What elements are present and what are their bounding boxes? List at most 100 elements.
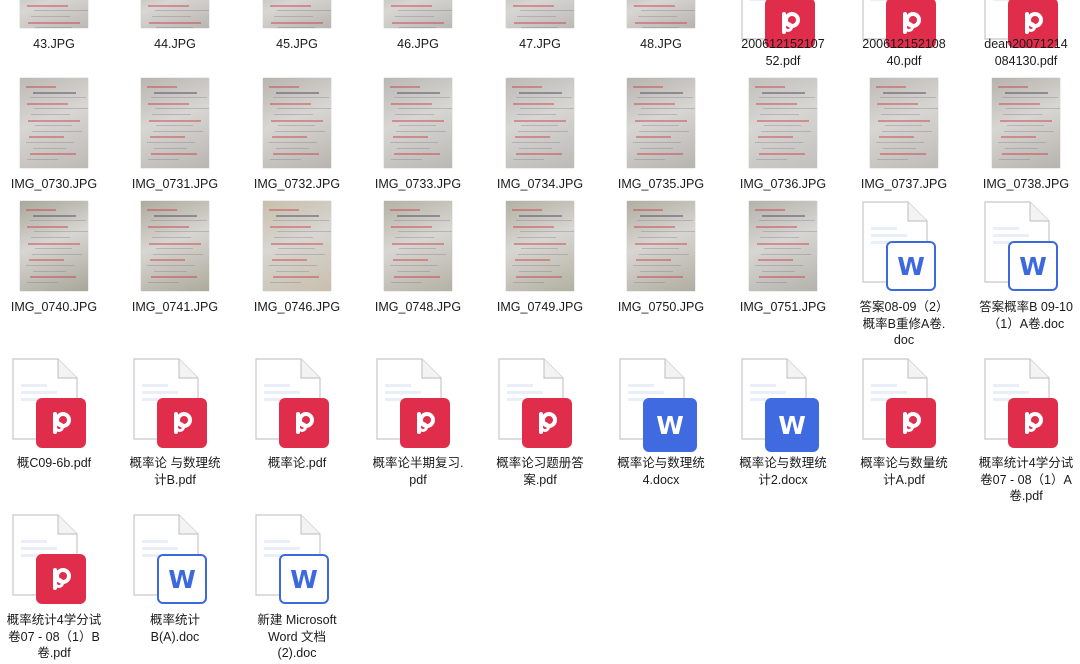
file-name-line: 概率统计4学分试 — [6, 613, 102, 627]
thumbnail-text-line — [270, 102, 311, 105]
thumbnail-text-line — [276, 147, 309, 149]
photo-thumbnail — [384, 0, 452, 28]
file-item[interactable]: IMG_0736.JPG — [723, 0, 843, 664]
file-item[interactable]: IMG_0735.JPG — [601, 0, 721, 664]
file-name-line: IMG_0749.JPG — [496, 300, 584, 314]
thumbnail-text-line — [276, 91, 319, 94]
thumbnail-text-line — [884, 108, 938, 110]
file-name-line: 案.pdf — [523, 472, 557, 487]
pdf-badge-icon — [522, 398, 572, 448]
thumbnail-text-line — [156, 27, 193, 28]
file-name-line: 概率论与数理统 — [739, 456, 827, 470]
thumbnail-text-line — [634, 102, 675, 105]
thumbnail-text-line — [513, 225, 554, 228]
thumbnail-text-line — [763, 108, 817, 110]
thumbnail-text-line — [26, 86, 56, 88]
photo-thumbnail — [506, 0, 574, 28]
thumbnail-text-line — [274, 237, 313, 238]
thumbnail-text-line — [272, 136, 307, 139]
thumbnail-text-line — [637, 220, 693, 222]
file-name-line: Word 文档 — [267, 629, 327, 644]
thumbnail-text-line — [148, 281, 179, 283]
thumbnail-text-line — [640, 91, 683, 94]
thumbnail-text-line — [639, 130, 689, 132]
thumbnail-text-line — [271, 21, 323, 24]
thumbnail-text-line — [278, 248, 315, 250]
thumbnail-text-line — [396, 253, 446, 255]
thumbnail-text-line — [634, 4, 675, 7]
thumbnail-text-line — [638, 237, 677, 238]
file-name-line: (2).doc — [277, 646, 317, 660]
file-name-label: 答案08-09（2） 概率B重修A卷. doc — [844, 299, 964, 349]
thumbnail-text-line — [397, 147, 430, 149]
file-name-label: IMG_0751.JPG — [723, 299, 843, 316]
file-name-line: 概率论习题册答 — [496, 456, 584, 470]
thumbnail-text-line — [28, 119, 80, 122]
file-name-line: 卷07 - 08（1）B — [8, 629, 100, 644]
thumbnail-text-line — [634, 225, 675, 228]
thumbnail-text-line — [155, 108, 209, 110]
thumbnail-text-line — [34, 231, 88, 233]
file-name-line: 概率统计4学分试 — [978, 456, 1074, 470]
file-name-label: 概率论与数量统 计A.pdf — [844, 455, 964, 488]
thumbnail-text-line — [1002, 97, 1058, 99]
photo-thumbnail — [263, 201, 331, 291]
file-name-label: 概率统计4学分试 卷07 - 08（1）A 卷.pdf — [966, 455, 1080, 505]
file-item[interactable]: IMG_0738.JPG — [966, 0, 1080, 664]
thumbnail-text-line — [757, 119, 809, 122]
thumbnail-text-line — [518, 130, 568, 132]
thumbnail-text-line — [634, 281, 665, 283]
file-name-line: 47.JPG — [519, 37, 561, 51]
thumbnail-text-line — [515, 136, 550, 139]
thumbnail-text-line — [881, 114, 920, 115]
photo-thumbnail — [263, 78, 331, 168]
file-name-line: 概率论 与数理统 — [129, 456, 221, 470]
thumbnail-text-line — [399, 125, 436, 127]
thumbnail-text-line — [762, 214, 805, 217]
pdf-badge-icon — [886, 398, 936, 448]
thumbnail-text-line — [762, 270, 795, 272]
thumbnail-text-line — [271, 119, 323, 122]
file-name-line: 计A.pdf — [883, 472, 925, 487]
file-item[interactable]: IMG_0733.JPG — [358, 0, 478, 664]
thumbnail-text-line — [513, 281, 544, 283]
thumbnail-text-line — [757, 242, 809, 245]
file-name-line: 45.JPG — [276, 37, 318, 51]
thumbnail-text-line — [512, 86, 542, 88]
thumbnail-text-line — [277, 10, 331, 12]
file-item[interactable]: IMG_0734.JPG — [480, 0, 600, 664]
file-name-label: dean20071214 084130.pdf — [966, 36, 1080, 69]
thumbnail-text-line — [764, 125, 801, 127]
thumbnail-text-line — [273, 276, 319, 279]
thumbnail-text-line — [633, 86, 663, 88]
thumbnail-text-line — [275, 130, 325, 132]
photo-thumbnail — [141, 201, 209, 291]
thumbnail-text-line — [520, 108, 574, 110]
pdf-badge-icon — [36, 554, 86, 604]
thumbnail-text-line — [878, 119, 930, 122]
photo-thumbnail — [506, 78, 574, 168]
thumbnail-text-line — [759, 97, 815, 99]
thumbnail-text-line — [637, 97, 693, 99]
thumbnail-text-line — [755, 265, 803, 266]
pdf-badge-icon — [157, 398, 207, 448]
photo-thumbnail — [506, 201, 574, 291]
thumbnail-text-line — [27, 158, 58, 160]
file-name-label: IMG_0732.JPG — [237, 176, 357, 193]
thumbnail-text-line — [999, 102, 1040, 105]
thumbnail-text-line — [395, 114, 434, 115]
file-name-line: 答案08-09（2） — [859, 300, 949, 314]
file-name-label: IMG_0750.JPG — [601, 299, 721, 316]
word-w-icon: W — [778, 410, 806, 440]
thumbnail-text-line — [398, 108, 452, 110]
file-name-label: IMG_0740.JPG — [0, 299, 114, 316]
thumbnail-text-line — [521, 248, 558, 250]
thumbnail-text-line — [521, 125, 558, 127]
file-name-line: IMG_0732.JPG — [253, 177, 341, 191]
file-name-label: 概C09-6b.pdf — [0, 455, 114, 472]
file-name-line: IMG_0733.JPG — [374, 177, 462, 191]
file-name-line: （1）A卷.doc — [987, 316, 1065, 331]
thumbnail-text-line — [269, 142, 317, 143]
file-name-label: 48.JPG — [601, 36, 721, 53]
thumbnail-text-line — [759, 276, 805, 279]
